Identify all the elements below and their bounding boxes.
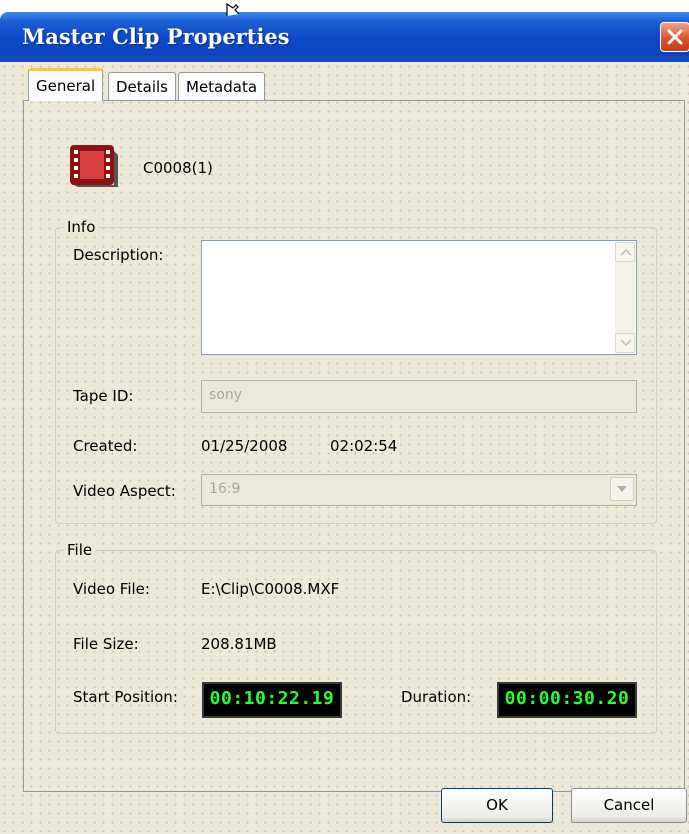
file-size-value: 208.81MB [201, 635, 277, 653]
video-file-label: Video File: [73, 580, 150, 598]
mouse-cursor-icon [226, 2, 240, 16]
video-file-value: E:\Clip\C0008.MXF [201, 580, 340, 598]
tab-general[interactable]: General [28, 68, 104, 101]
video-aspect-label: Video Aspect: [73, 482, 176, 500]
video-aspect-dropdown-button[interactable] [610, 477, 634, 501]
tab-general-label: General [36, 77, 96, 95]
close-icon [667, 29, 683, 45]
tab-details[interactable]: Details [108, 72, 177, 100]
duration-label: Duration: [401, 688, 472, 706]
ok-button[interactable]: OK [441, 788, 553, 823]
scroll-up-icon [620, 248, 632, 256]
dropdown-arrow-icon [617, 486, 627, 492]
duration-display: 00:00:30.20 [497, 682, 637, 718]
created-time: 02:02:54 [330, 437, 398, 455]
tab-metadata[interactable]: Metadata [178, 72, 266, 100]
scroll-up-button[interactable] [615, 242, 635, 262]
tab-metadata-label: Metadata [186, 78, 258, 96]
scroll-down-icon [620, 339, 632, 347]
created-label: Created: [73, 437, 138, 455]
tab-details-label: Details [116, 78, 169, 96]
description-textarea[interactable] [201, 240, 637, 355]
tape-id-label: Tape ID: [73, 387, 134, 405]
close-button[interactable] [660, 22, 689, 52]
video-aspect-select[interactable]: 16:9 [201, 474, 637, 506]
tape-id-field[interactable]: sony [201, 380, 637, 413]
description-scrollbar[interactable] [615, 242, 635, 353]
start-position-label: Start Position: [73, 688, 178, 706]
file-group-label: File [64, 541, 96, 559]
scroll-down-button[interactable] [615, 333, 635, 353]
dialog-client-area: General Details Metadata C0008(1) Info D… [0, 62, 689, 834]
cancel-button[interactable]: Cancel [571, 788, 687, 823]
tape-id-value: sony [209, 387, 243, 403]
title-bar[interactable]: Master Clip Properties [0, 12, 689, 62]
info-group-label: Info [64, 218, 99, 236]
start-position-display: 00:10:22.19 [202, 682, 342, 718]
description-label: Description: [73, 246, 164, 264]
video-aspect-value: 16:9 [209, 481, 241, 497]
clip-name: C0008(1) [143, 159, 213, 177]
file-size-label: File Size: [73, 635, 139, 653]
created-date: 01/25/2008 [201, 437, 288, 455]
film-clip-icon [70, 145, 118, 187]
window-title: Master Clip Properties [22, 24, 290, 49]
